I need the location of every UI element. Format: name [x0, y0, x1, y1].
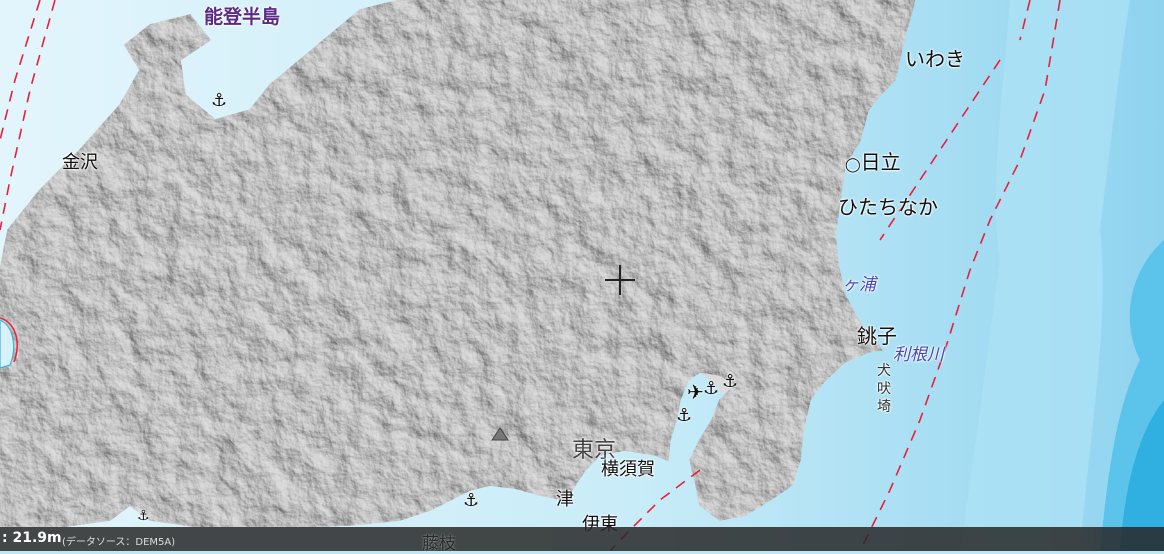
- airplane-icon[interactable]: ✈: [687, 382, 704, 402]
- data-source-label: (データソース：DEM5A): [62, 537, 176, 548]
- anchor-icon[interactable]: ⚓: [211, 92, 227, 110]
- city-dot-icon: ◯: [845, 157, 861, 173]
- anchor-icon[interactable]: ⚓: [703, 380, 719, 398]
- map-canvas[interactable]: [0, 0, 1164, 551]
- label-kasumigaura[interactable]: ヶ浦: [842, 270, 876, 295]
- label-numazu[interactable]: 津: [556, 485, 574, 511]
- label-fujieda[interactable]: 藤枝: [422, 529, 456, 554]
- label-noto-peninsula[interactable]: 能登半島: [204, 2, 280, 29]
- label-yokosuka[interactable]: 横須賀: [601, 455, 655, 481]
- anchor-icon[interactable]: ⚓: [722, 373, 738, 391]
- label-tone-river[interactable]: 利根川: [893, 340, 944, 365]
- label-hitachinaka[interactable]: ひたちなか: [838, 191, 938, 220]
- anchor-icon[interactable]: ⚓: [137, 507, 150, 525]
- elevation-readout: : 21.9m: [2, 530, 62, 546]
- label-hitachi-text: 日立: [860, 150, 901, 174]
- elevation-status-bar: : 21.9m (データソース：DEM5A) 藤枝: [0, 527, 1164, 554]
- label-choshi[interactable]: 銚子: [857, 320, 897, 349]
- label-hitachi[interactable]: ◯日立: [845, 146, 901, 175]
- label-iwaki[interactable]: いわき: [905, 43, 965, 72]
- crosshair-icon: [605, 265, 635, 295]
- anchor-icon[interactable]: ⚓: [676, 407, 692, 425]
- label-kanazawa[interactable]: 金沢: [62, 148, 98, 174]
- anchor-icon[interactable]: ⚓: [463, 492, 479, 510]
- label-inubosaki[interactable]: 犬吠埼: [877, 362, 895, 416]
